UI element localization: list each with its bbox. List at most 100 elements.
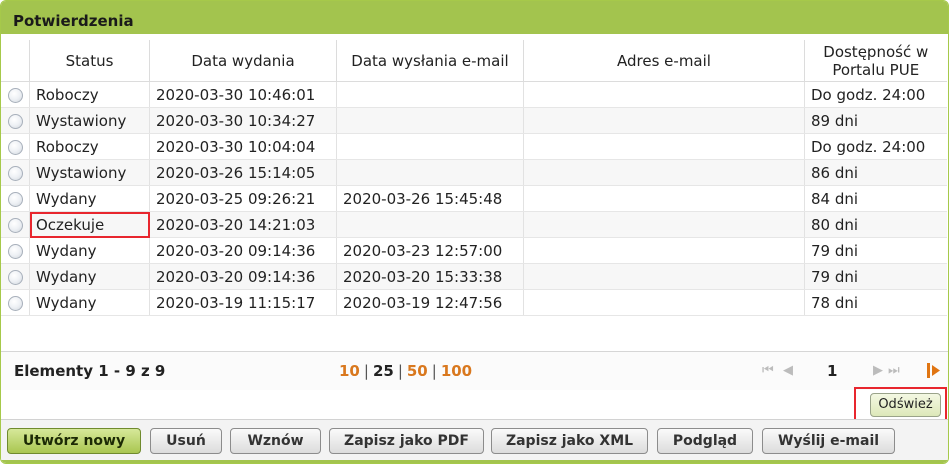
cell-email-address <box>523 263 805 290</box>
table-row[interactable]: Wydany 2020-03-20 09:14:36 2020-03-23 12:5… <box>1 237 947 264</box>
cell-availability: 86 dni <box>804 159 947 186</box>
table-header-row: Status Data wydania Data wysłania e-mail… <box>1 40 947 82</box>
header-email-sent-date[interactable]: Data wysłania e-mail <box>336 40 524 82</box>
create-new-button[interactable]: Utwórz nowy <box>7 428 141 454</box>
cell-issue-date: 2020-03-20 14:21:03 <box>149 211 337 238</box>
cell-availability: 84 dni <box>804 185 947 212</box>
row-radio-button[interactable] <box>7 165 23 181</box>
header-status[interactable]: Status <box>29 40 150 82</box>
cell-status: Wystawiony <box>29 159 150 186</box>
page-size-separator: | <box>431 362 437 380</box>
table-row[interactable]: Wydany 2020-03-25 09:26:21 2020-03-26 15:4… <box>1 185 947 212</box>
table-row[interactable]: Wystawiony 2020-03-30 10:34:27 89 dni <box>1 107 947 134</box>
table-row[interactable]: Roboczy 2020-03-30 10:04:04 Do godz. 24:00 <box>1 133 947 160</box>
cell-availability: Do godz. 24:00 <box>804 133 947 160</box>
save-xml-button[interactable]: Zapisz jako XML <box>491 428 648 454</box>
row-radio-button[interactable] <box>7 243 23 259</box>
cell-email-sent-date <box>336 159 524 186</box>
cell-issue-date: 2020-03-30 10:34:27 <box>149 107 337 134</box>
row-radio-button[interactable] <box>7 113 23 129</box>
cell-email-address <box>523 81 805 108</box>
row-select[interactable] <box>1 133 30 160</box>
current-page: 1 <box>827 362 838 380</box>
send-email-button[interactable]: Wyślij e-mail <box>762 428 895 454</box>
table-row[interactable]: Oczekuje 2020-03-20 14:21:03 80 dni <box>1 211 947 238</box>
cell-email-address <box>523 133 805 160</box>
cell-email-sent-date: 2020-03-26 15:45:48 <box>336 185 524 212</box>
cell-status: Wydany <box>29 289 150 316</box>
page-size-selector: 10 | 25 | 50 | 100 <box>339 362 472 380</box>
cell-issue-date: 2020-03-25 09:26:21 <box>149 185 337 212</box>
cell-email-sent-date: 2020-03-19 12:47:56 <box>336 289 524 316</box>
cell-email-address <box>523 289 805 316</box>
refresh-button[interactable]: Odśwież <box>870 393 941 417</box>
panel-title: Potwierdzenia <box>1 1 948 34</box>
cell-email-address <box>523 237 805 264</box>
row-select[interactable] <box>1 185 30 212</box>
cell-email-sent-date <box>336 81 524 108</box>
row-select[interactable] <box>1 237 30 264</box>
row-select[interactable] <box>1 289 30 316</box>
header-availability[interactable]: Dostępność w Portalu PUE <box>804 40 947 82</box>
cell-issue-date: 2020-03-30 10:46:01 <box>149 81 337 108</box>
cell-issue-date: 2020-03-20 09:14:36 <box>149 237 337 264</box>
row-select[interactable] <box>1 263 30 290</box>
cell-issue-date: 2020-03-30 10:04:04 <box>149 133 337 160</box>
table-row[interactable]: Wydany 2020-03-19 11:15:17 2020-03-19 12:4… <box>1 289 947 316</box>
cell-availability: 79 dni <box>804 237 947 264</box>
prev-page-icon[interactable]: ◀ <box>783 363 793 378</box>
row-radio-button[interactable] <box>7 217 23 233</box>
cell-email-sent-date: 2020-03-23 12:57:00 <box>336 237 524 264</box>
cell-email-address <box>523 211 805 238</box>
delete-button[interactable]: Usuń <box>150 428 222 454</box>
export-icon[interactable] <box>926 362 942 379</box>
confirmations-table: Status Data wydania Data wysłania e-mail… <box>1 40 947 316</box>
table-row[interactable]: Wystawiony 2020-03-26 15:14:05 86 dni <box>1 159 947 186</box>
cell-status: Oczekuje <box>29 211 150 238</box>
page-size-10[interactable]: 10 <box>339 362 360 380</box>
cell-status: Roboczy <box>29 81 150 108</box>
cell-availability: Do godz. 24:00 <box>804 81 947 108</box>
cell-issue-date: 2020-03-26 15:14:05 <box>149 159 337 186</box>
last-page-icon[interactable]: ⏭ <box>888 363 900 378</box>
header-email-address[interactable]: Adres e-mail <box>523 40 805 82</box>
cell-email-sent-date <box>336 133 524 160</box>
page-size-100[interactable]: 100 <box>441 362 472 380</box>
cell-availability: 79 dni <box>804 263 947 290</box>
pager-bar: Elementy 1 - 9 z 9 10 | 25 | 50 | 100 ⏮ ◀ 1 ▶ … <box>1 351 948 390</box>
table-row[interactable]: Roboczy 2020-03-30 10:46:01 Do godz. 24:00 <box>1 81 947 108</box>
save-pdf-button[interactable]: Zapisz jako PDF <box>329 428 484 454</box>
row-select[interactable] <box>1 159 30 186</box>
header-availability-line1: Dostępność w <box>823 42 929 61</box>
row-select[interactable] <box>1 211 30 238</box>
table-row[interactable]: Wydany 2020-03-20 09:14:36 2020-03-20 15:3… <box>1 263 947 290</box>
cell-availability: 78 dni <box>804 289 947 316</box>
cell-email-sent-date <box>336 211 524 238</box>
page-size-25[interactable]: 25 <box>373 362 394 380</box>
cell-email-address <box>523 185 805 212</box>
cell-availability: 80 dni <box>804 211 947 238</box>
cell-email-sent-date: 2020-03-20 15:33:38 <box>336 263 524 290</box>
cell-status: Wydany <box>29 237 150 264</box>
next-page-icon[interactable]: ▶ <box>873 363 883 378</box>
cell-email-sent-date <box>336 107 524 134</box>
row-radio-button[interactable] <box>7 269 23 285</box>
row-radio-button[interactable] <box>7 87 23 103</box>
cell-email-address <box>523 159 805 186</box>
page-size-separator: | <box>363 362 369 380</box>
bottom-accent-bar <box>1 460 948 463</box>
row-radio-button[interactable] <box>7 139 23 155</box>
row-select[interactable] <box>1 107 30 134</box>
header-issue-date[interactable]: Data wydania <box>149 40 337 82</box>
page-size-50[interactable]: 50 <box>407 362 428 380</box>
preview-button[interactable]: Podgląd <box>657 428 753 454</box>
header-availability-line2: Portalu PUE <box>832 60 920 79</box>
first-page-icon[interactable]: ⏮ <box>762 363 774 378</box>
row-select[interactable] <box>1 81 30 108</box>
resume-button[interactable]: Wznów <box>230 428 321 454</box>
row-radio-button[interactable] <box>7 191 23 207</box>
row-radio-button[interactable] <box>7 295 23 311</box>
cell-status: Wydany <box>29 185 150 212</box>
confirmations-panel: Potwierdzenia Status Data wydania Data w… <box>0 0 949 464</box>
action-toolbar: Utwórz nowy Usuń Wznów Zapisz jako PDF Z… <box>1 419 948 463</box>
